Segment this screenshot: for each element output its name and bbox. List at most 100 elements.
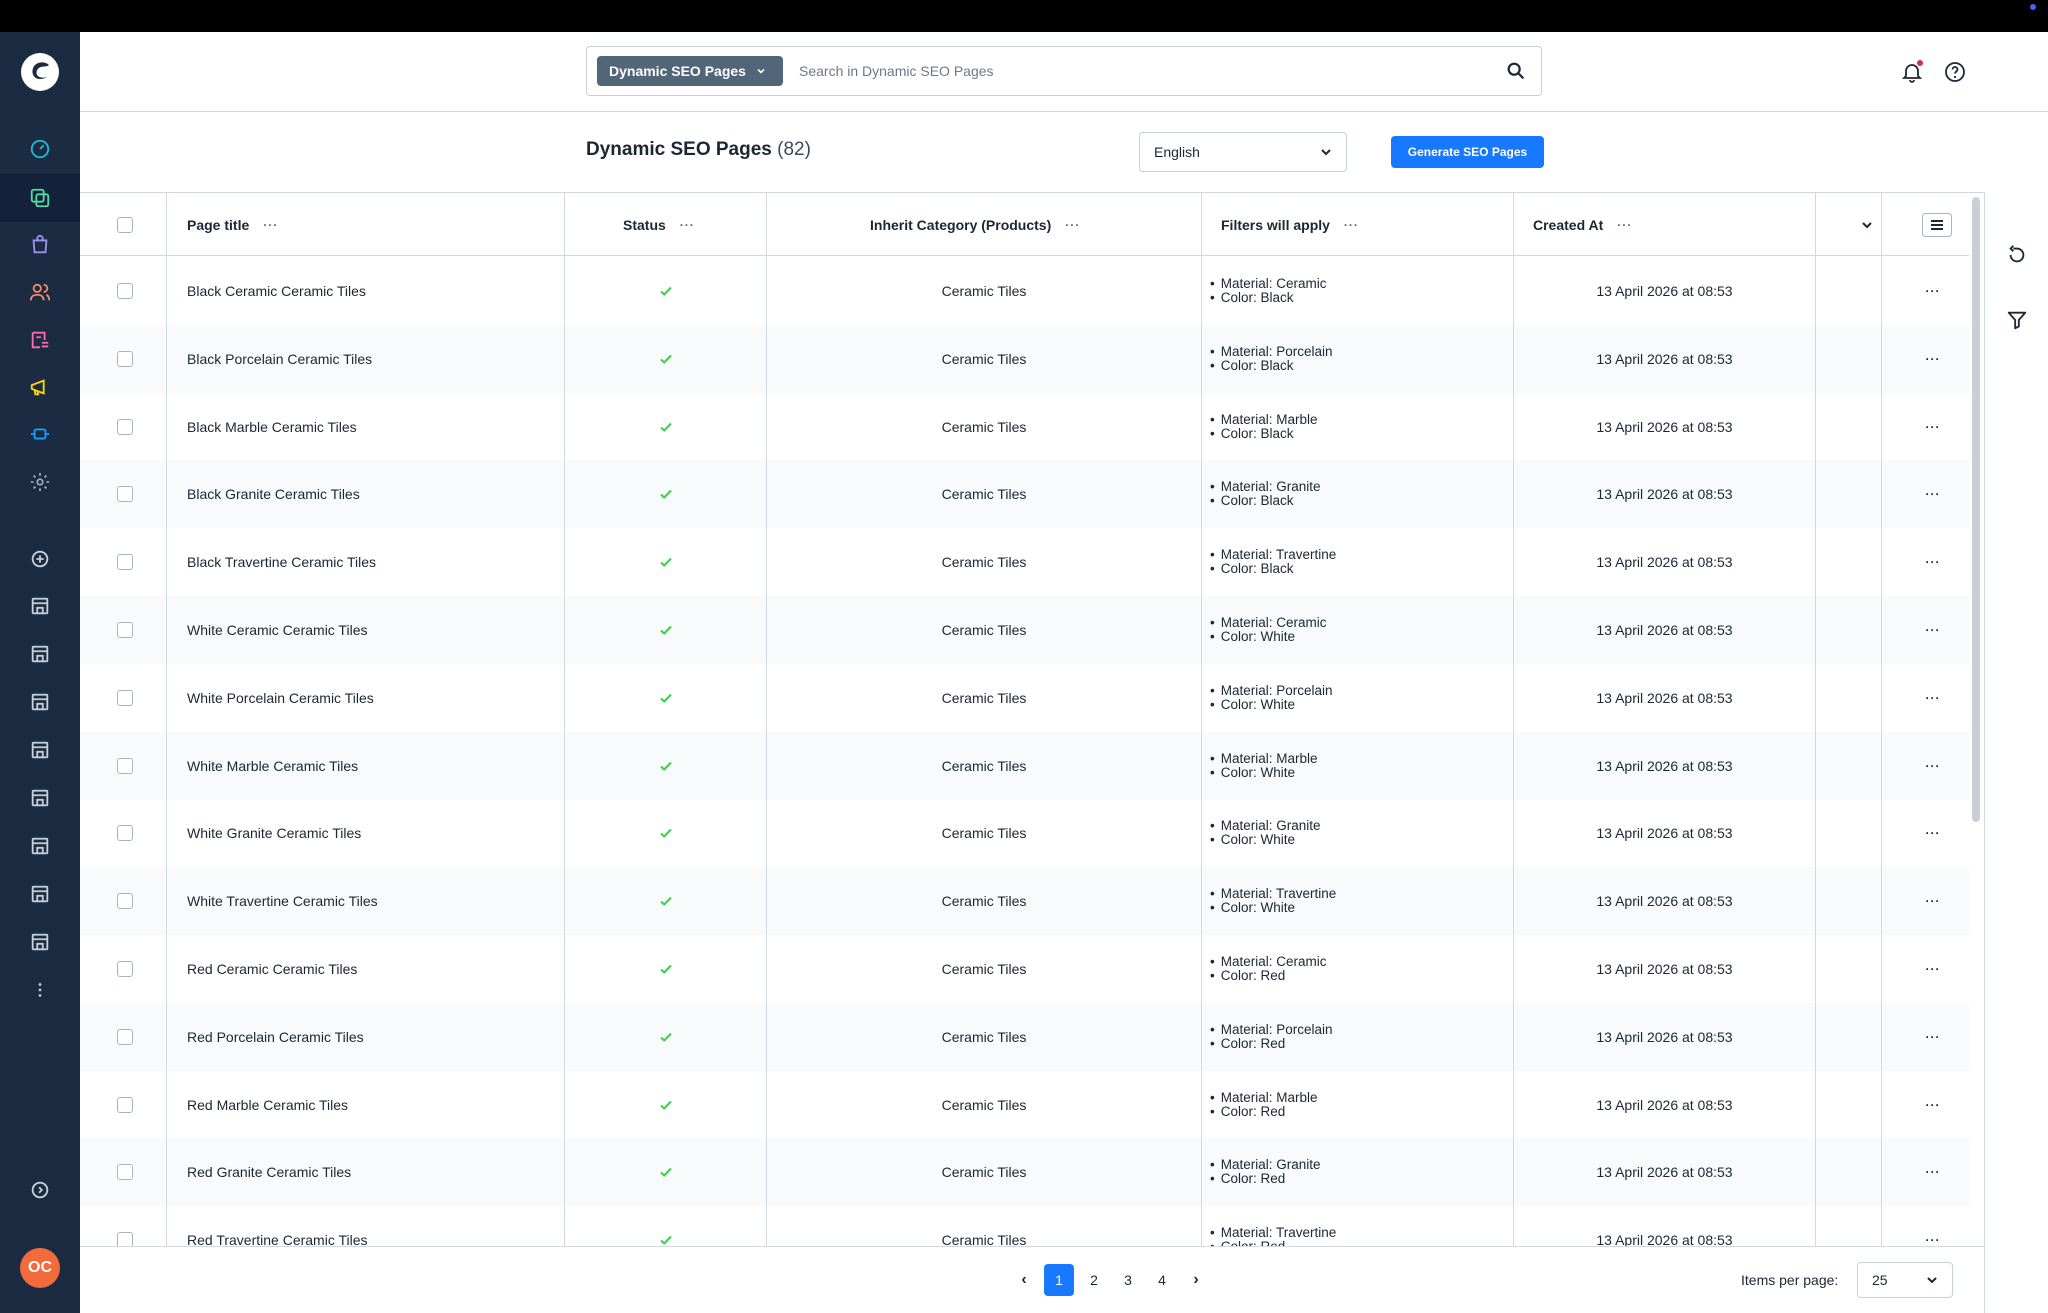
scrollbar-thumb[interactable] xyxy=(1972,197,1980,822)
search-module-selector[interactable]: Dynamic SEO Pages xyxy=(597,56,783,86)
language-switch[interactable]: English xyxy=(1139,132,1347,172)
customers-icon[interactable] xyxy=(28,280,52,304)
orders-icon[interactable] xyxy=(28,233,52,257)
search-input[interactable] xyxy=(799,56,1479,86)
help-icon[interactable] xyxy=(1943,60,1967,84)
catalogue-icon[interactable] xyxy=(28,186,52,210)
table-row[interactable]: Black Ceramic Ceramic Tiles Ceramic Tiles… xyxy=(80,257,1969,325)
column-menu-icon[interactable]: ··· xyxy=(263,218,278,232)
column-header-created-at[interactable]: Created At ··· xyxy=(1533,193,1873,256)
storefront-icon[interactable] xyxy=(28,690,52,714)
row-actions-icon[interactable]: ··· xyxy=(1923,1003,1943,1071)
page-title-cell[interactable]: White Ceramic Ceramic Tiles xyxy=(187,596,367,664)
table-row[interactable]: White Granite Ceramic Tiles Ceramic Tiles… xyxy=(80,799,1969,867)
column-header-page-title[interactable]: Page title ··· xyxy=(187,193,278,256)
page-title-cell[interactable]: Red Ceramic Ceramic Tiles xyxy=(187,935,357,1003)
row-actions-icon[interactable]: ··· xyxy=(1923,732,1943,800)
row-checkbox[interactable] xyxy=(117,1164,133,1181)
table-row[interactable]: Red Porcelain Ceramic Tiles Ceramic Tiles… xyxy=(80,1002,1969,1071)
add-sales-channel-icon[interactable] xyxy=(28,547,52,571)
collapse-icon[interactable] xyxy=(28,1178,52,1202)
table-row[interactable]: Black Granite Ceramic Tiles Ceramic Tiles… xyxy=(80,460,1969,529)
row-actions-icon[interactable]: ··· xyxy=(1923,393,1943,461)
table-row[interactable]: Black Porcelain Ceramic Tiles Ceramic Til… xyxy=(80,324,1969,393)
row-checkbox[interactable] xyxy=(117,757,133,774)
row-actions-icon[interactable]: ··· xyxy=(1923,935,1943,1003)
row-actions-icon[interactable]: ··· xyxy=(1923,257,1943,325)
page-title-cell[interactable]: Red Marble Ceramic Tiles xyxy=(187,1071,348,1139)
table-row[interactable]: White Porcelain Ceramic Tiles Ceramic Til… xyxy=(80,664,1969,732)
column-menu-icon[interactable]: ··· xyxy=(1617,218,1632,232)
column-menu-icon[interactable]: ··· xyxy=(1065,218,1080,232)
row-checkbox[interactable] xyxy=(117,1232,133,1246)
table-row[interactable]: Red Ceramic Ceramic Tiles Ceramic Tiles Ma… xyxy=(80,935,1969,1003)
row-checkbox[interactable] xyxy=(117,893,133,910)
items-per-page-select[interactable]: 25 xyxy=(1857,1262,1953,1298)
table-row[interactable]: White Ceramic Ceramic Tiles Ceramic Tiles… xyxy=(80,596,1969,664)
marketing-icon[interactable] xyxy=(28,375,52,399)
sort-descending-icon[interactable] xyxy=(1861,219,1873,231)
generate-seo-pages-button[interactable]: Generate SEO Pages xyxy=(1391,136,1544,168)
page-title-cell[interactable]: Black Travertine Ceramic Tiles xyxy=(187,528,376,596)
refresh-icon[interactable] xyxy=(2006,244,2028,266)
column-header-filters[interactable]: Filters will apply ··· xyxy=(1221,193,1359,256)
column-menu-icon[interactable]: ··· xyxy=(1344,218,1359,232)
row-actions-icon[interactable]: ··· xyxy=(1923,867,1943,935)
more-icon[interactable] xyxy=(28,978,52,1002)
page-button-1[interactable]: 1 xyxy=(1044,1264,1074,1296)
row-checkbox[interactable] xyxy=(117,283,133,299)
row-actions-icon[interactable]: ··· xyxy=(1923,1206,1943,1246)
table-row[interactable]: White Marble Ceramic Tiles Ceramic Tiles M… xyxy=(80,731,1969,800)
extensions-icon[interactable] xyxy=(28,422,52,446)
page-title-cell[interactable]: Red Granite Ceramic Tiles xyxy=(187,1138,351,1206)
storefront-icon[interactable] xyxy=(28,930,52,954)
page-title-cell[interactable]: Black Marble Ceramic Tiles xyxy=(187,393,357,461)
row-checkbox[interactable] xyxy=(117,350,133,367)
row-checkbox[interactable] xyxy=(117,622,133,638)
table-row[interactable]: Red Travertine Ceramic Tiles Ceramic Tile… xyxy=(80,1206,1969,1246)
dashboard-icon[interactable] xyxy=(28,137,52,161)
row-checkbox[interactable] xyxy=(117,825,133,842)
row-actions-icon[interactable]: ··· xyxy=(1923,799,1943,867)
content-icon[interactable] xyxy=(28,328,52,352)
page-title-cell[interactable]: Red Porcelain Ceramic Tiles xyxy=(187,1003,364,1071)
storefront-icon[interactable] xyxy=(28,642,52,666)
table-row[interactable]: Red Marble Ceramic Tiles Ceramic Tiles Mat… xyxy=(80,1071,1969,1139)
column-menu-icon[interactable]: ··· xyxy=(680,218,695,232)
row-actions-icon[interactable]: ··· xyxy=(1923,664,1943,732)
storefront-icon[interactable] xyxy=(28,834,52,858)
row-actions-icon[interactable]: ··· xyxy=(1923,460,1943,528)
row-checkbox[interactable] xyxy=(117,554,133,571)
storefront-icon[interactable] xyxy=(28,594,52,618)
row-actions-icon[interactable]: ··· xyxy=(1923,325,1943,393)
page-button-4[interactable]: 4 xyxy=(1148,1264,1176,1296)
page-title-cell[interactable]: White Granite Ceramic Tiles xyxy=(187,799,361,867)
storefront-icon[interactable] xyxy=(28,738,52,762)
row-checkbox[interactable] xyxy=(117,486,133,503)
grid-scrollbar[interactable] xyxy=(1969,193,1984,1246)
table-row[interactable]: Black Marble Ceramic Tiles Ceramic Tiles M… xyxy=(80,393,1969,461)
notifications-button[interactable] xyxy=(1900,60,1924,84)
column-settings-icon[interactable] xyxy=(1922,212,1952,237)
page-title-cell[interactable]: White Travertine Ceramic Tiles xyxy=(187,867,378,935)
search-icon[interactable] xyxy=(1505,60,1527,82)
table-row[interactable]: Black Travertine Ceramic Tiles Ceramic Ti… xyxy=(80,528,1969,596)
page-title-cell[interactable]: White Marble Ceramic Tiles xyxy=(187,732,358,800)
page-button-2[interactable]: 2 xyxy=(1080,1264,1108,1296)
page-title-cell[interactable]: Black Ceramic Ceramic Tiles xyxy=(187,257,366,325)
table-row[interactable]: White Travertine Ceramic Tiles Ceramic Ti… xyxy=(80,867,1969,936)
select-all-checkbox[interactable] xyxy=(117,216,133,233)
storefront-icon[interactable] xyxy=(28,882,52,906)
column-header-inherit-category[interactable]: Inherit Category (Products) ··· xyxy=(870,193,1080,256)
row-actions-icon[interactable]: ··· xyxy=(1923,1071,1943,1139)
row-checkbox[interactable] xyxy=(117,1096,133,1113)
filter-icon[interactable] xyxy=(2006,309,2028,331)
page-title-cell[interactable]: Red Travertine Ceramic Tiles xyxy=(187,1206,368,1246)
column-header-status[interactable]: Status ··· xyxy=(623,193,695,256)
row-checkbox[interactable] xyxy=(117,418,133,435)
page-title-cell[interactable]: Black Porcelain Ceramic Tiles xyxy=(187,325,372,393)
table-row[interactable]: Red Granite Ceramic Tiles Ceramic Tiles Ma… xyxy=(80,1138,1969,1207)
row-checkbox[interactable] xyxy=(117,961,133,977)
page-button-3[interactable]: 3 xyxy=(1114,1264,1142,1296)
row-checkbox[interactable] xyxy=(117,1028,133,1045)
